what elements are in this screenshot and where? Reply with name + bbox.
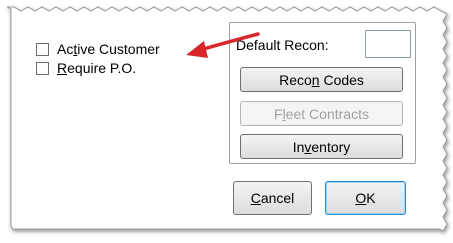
inventory-button[interactable]: In v entory bbox=[240, 134, 403, 159]
default-recon-input[interactable] bbox=[365, 30, 411, 58]
recon-codes-button[interactable]: Reco n Codes bbox=[240, 67, 403, 92]
default-recon-label: Default Recon: bbox=[236, 37, 329, 53]
ok-button[interactable]: OK bbox=[325, 181, 406, 215]
active-customer-checkbox[interactable] bbox=[36, 42, 49, 56]
fleet-contracts-button[interactable]: Fl eet Contracts bbox=[240, 101, 403, 126]
require-po-label[interactable]: Require P.O. bbox=[57, 60, 136, 76]
cancel-button[interactable]: Cancel bbox=[233, 181, 312, 215]
active-customer-row[interactable]: Active Customer bbox=[36, 40, 160, 58]
active-customer-label[interactable]: Active Customer bbox=[57, 41, 160, 57]
require-po-checkbox[interactable] bbox=[36, 61, 49, 75]
require-po-row[interactable]: Require P.O. bbox=[36, 59, 136, 77]
